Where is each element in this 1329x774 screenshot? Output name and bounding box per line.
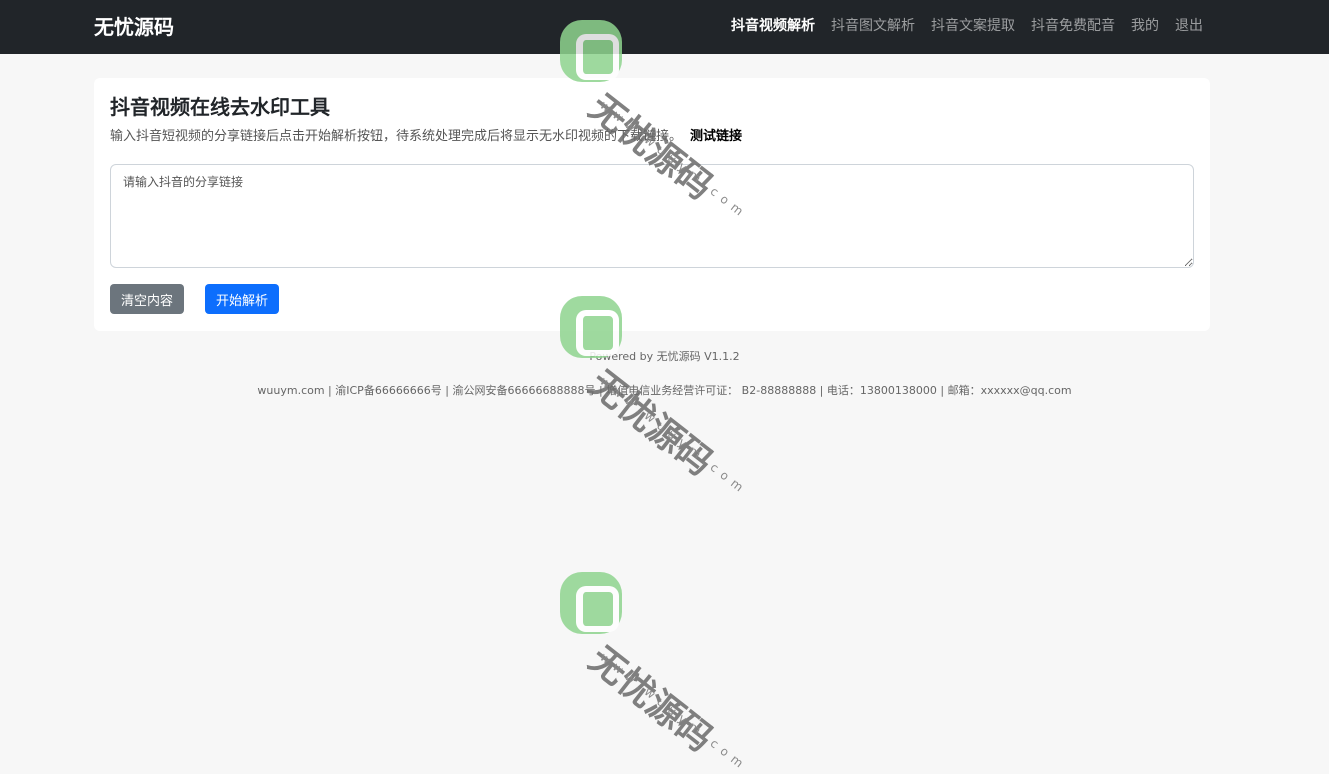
share-link-input[interactable] — [110, 164, 1194, 268]
footer-powered-by: Powered by 无忧源码 V1.1.2 — [589, 350, 740, 363]
nav-link-video-parse[interactable]: 抖音视频解析 — [731, 16, 815, 36]
nav-link-image-parse[interactable]: 抖音图文解析 — [831, 16, 915, 36]
watermark-text: 无忧源码 — [581, 363, 720, 485]
page-description: 输入抖音短视频的分享链接后点击开始解析按钮，待系统处理完成后将显示无水印视频的下… — [110, 128, 742, 146]
watermark: 无忧源码 www.wuuym.com — [560, 572, 800, 774]
watermark-logo-icon — [560, 572, 622, 634]
page-title: 抖音视频在线去水印工具 — [110, 95, 330, 119]
nav-link-mine[interactable]: 我的 — [1131, 16, 1159, 36]
watermark-url: www.wuuym.com — [597, 650, 751, 774]
nav-link-free-dubbing[interactable]: 抖音免费配音 — [1031, 16, 1115, 36]
footer-info: wuuym.com | 渝ICP备66666666号 | 渝公网安备666666… — [257, 384, 1072, 397]
brand-logo[interactable]: 无忧源码 — [94, 13, 174, 41]
watermark-text: 无忧源码 — [581, 639, 720, 761]
start-parse-button[interactable]: 开始解析 — [205, 284, 279, 314]
nav-link-copy-extract[interactable]: 抖音文案提取 — [931, 16, 1015, 36]
parser-card: 抖音视频在线去水印工具 输入抖音短视频的分享链接后点击开始解析按钮，待系统处理完… — [94, 78, 1210, 331]
top-navbar: 无忧源码 抖音视频解析 抖音图文解析 抖音文案提取 抖音免费配音 我的 退出 — [0, 0, 1329, 54]
clear-content-button[interactable]: 清空内容 — [110, 284, 184, 314]
nav-link-logout[interactable]: 退出 — [1175, 16, 1203, 36]
test-link[interactable]: 测试链接 — [690, 129, 742, 144]
description-text: 输入抖音短视频的分享链接后点击开始解析按钮，待系统处理完成后将显示无水印视频的下… — [110, 129, 683, 144]
nav-links: 抖音视频解析 抖音图文解析 抖音文案提取 抖音免费配音 我的 退出 — [715, 16, 1203, 36]
